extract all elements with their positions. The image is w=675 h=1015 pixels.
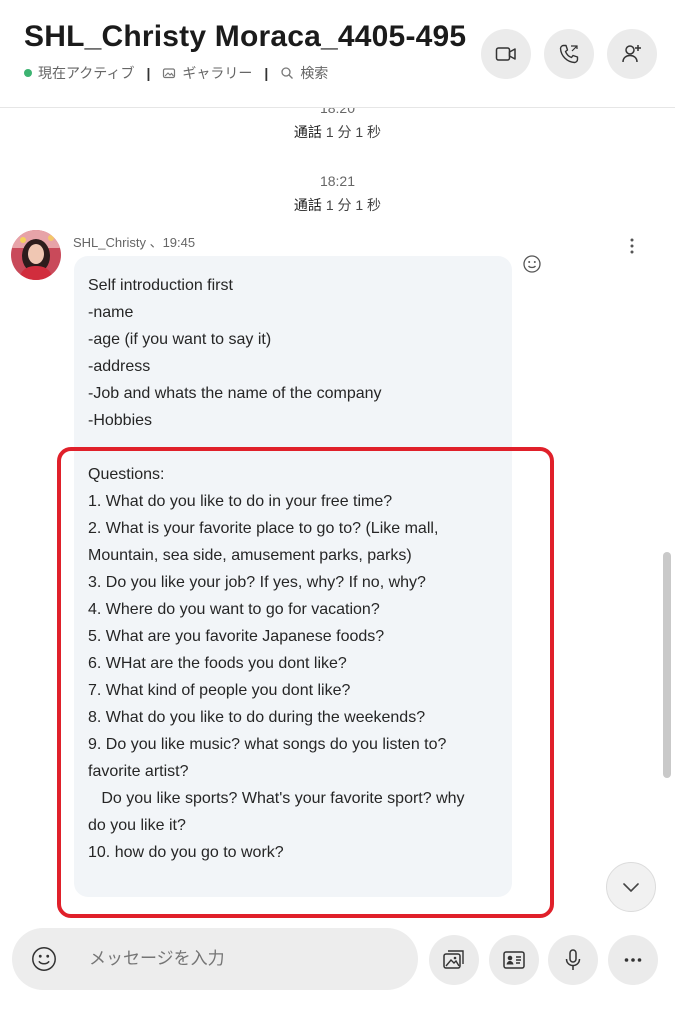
add-reaction-button[interactable] — [522, 254, 542, 274]
more-options-button[interactable] — [608, 935, 658, 985]
gallery-icon — [162, 66, 176, 80]
message-options-button[interactable] — [624, 236, 640, 256]
message-line: do you like it? — [88, 817, 186, 834]
smiley-icon — [32, 947, 56, 971]
message-line: Self introduction first — [88, 277, 233, 294]
video-camera-icon — [495, 47, 516, 61]
more-horizontal-icon — [624, 958, 642, 962]
call-duration: 1 分 1 秒 — [325, 124, 382, 140]
share-contact-button[interactable] — [489, 935, 539, 985]
message-list[interactable]: 18:20 通話 1 分 1 秒 18:21 通話 1 分 1 秒 SHL_Ch… — [0, 108, 675, 925]
message-input[interactable] — [89, 949, 389, 969]
image-add-icon — [443, 950, 464, 969]
message-line: 7. What kind of people you dont like? — [88, 682, 351, 699]
message-line: -age (if you want to say it) — [88, 331, 272, 348]
search-label: 検索 — [300, 65, 329, 81]
scrollbar-thumb[interactable] — [663, 552, 671, 778]
chat-title: SHL_Christy Moraca_4405-495 — [24, 20, 467, 53]
gallery-label: ギャラリー — [182, 65, 253, 81]
message-line: 5. What are you favorite Japanese foods? — [88, 628, 385, 645]
more-vertical-icon — [630, 238, 634, 254]
emoji-button[interactable] — [29, 944, 59, 974]
call-label: 通話 — [293, 197, 322, 213]
call-label: 通話 — [293, 124, 322, 140]
presence-status: 現在アクティブ — [38, 65, 135, 81]
scroll-to-bottom-button[interactable] — [606, 862, 656, 912]
event-time: 18:21 — [319, 173, 356, 189]
message-line — [88, 434, 498, 461]
message-composer — [12, 928, 418, 990]
message-line: Do you like sports? What's your favorite… — [88, 790, 465, 807]
message-line: 10. how do you go to work? — [88, 844, 284, 861]
call-summary: 通話 1 分 1 秒 — [0, 122, 675, 142]
search-link[interactable]: 検索 — [280, 63, 328, 83]
message-line: 2. What is your favorite place to go to?… — [88, 520, 439, 537]
voice-message-button[interactable] — [548, 935, 598, 985]
microphone-icon — [565, 949, 581, 970]
message-line: Questions: — [88, 466, 165, 483]
message-line: 1. What do you like to do in your free t… — [88, 493, 393, 510]
chat-header: SHL_Christy Moraca_4405-495 現在アクティブ | ギャ… — [0, 0, 675, 108]
video-call-button[interactable] — [481, 29, 531, 79]
message-line: -name — [88, 304, 134, 321]
message-line: 9. Do you like music? what songs do you … — [88, 736, 447, 753]
message-line: -Hobbies — [88, 412, 153, 429]
call-event: 18:20 通話 1 分 1 秒 — [0, 108, 675, 142]
avatar[interactable] — [11, 230, 61, 280]
message-line: -address — [88, 358, 151, 375]
chat-subline: 現在アクティブ | ギャラリー | 検索 — [24, 63, 328, 83]
online-status-dot — [24, 69, 32, 77]
call-summary: 通話 1 分 1 秒 — [0, 195, 675, 215]
audio-call-button[interactable] — [544, 29, 594, 79]
separator: | — [264, 65, 269, 81]
share-media-button[interactable] — [429, 935, 479, 985]
contact-card-icon — [503, 951, 525, 969]
message-line: -Job and whats the name of the company — [88, 385, 382, 402]
smiley-icon — [523, 255, 541, 273]
message-line: 4. Where do you want to go for vacation? — [88, 601, 380, 618]
search-icon — [280, 66, 294, 80]
event-time: 18:20 — [319, 108, 356, 116]
message-bubble[interactable]: Self introduction first -name -age (if you… — [74, 256, 512, 897]
add-people-button[interactable] — [607, 29, 657, 79]
call-duration: 1 分 1 秒 — [325, 197, 382, 213]
phone-icon — [559, 44, 579, 64]
chevron-down-icon — [623, 883, 639, 892]
gallery-link[interactable]: ギャラリー — [162, 63, 252, 83]
message-line: 6. WHat are the foods you dont like? — [88, 655, 347, 672]
message-line: 3. Do you like your job? If yes, why? If… — [88, 574, 426, 591]
message-line: Mountain, sea side, amusement parks, par… — [88, 547, 412, 564]
call-event: 18:21 通話 1 分 1 秒 — [0, 173, 675, 215]
message-line: favorite artist? — [88, 763, 189, 780]
message-line: 8. What do you like to do during the wee… — [88, 709, 426, 726]
scrollbar-track[interactable] — [663, 108, 671, 925]
separator: | — [146, 65, 151, 81]
message-sender: SHL_Christy 、19:45 — [73, 235, 196, 250]
add-person-icon — [622, 45, 641, 63]
